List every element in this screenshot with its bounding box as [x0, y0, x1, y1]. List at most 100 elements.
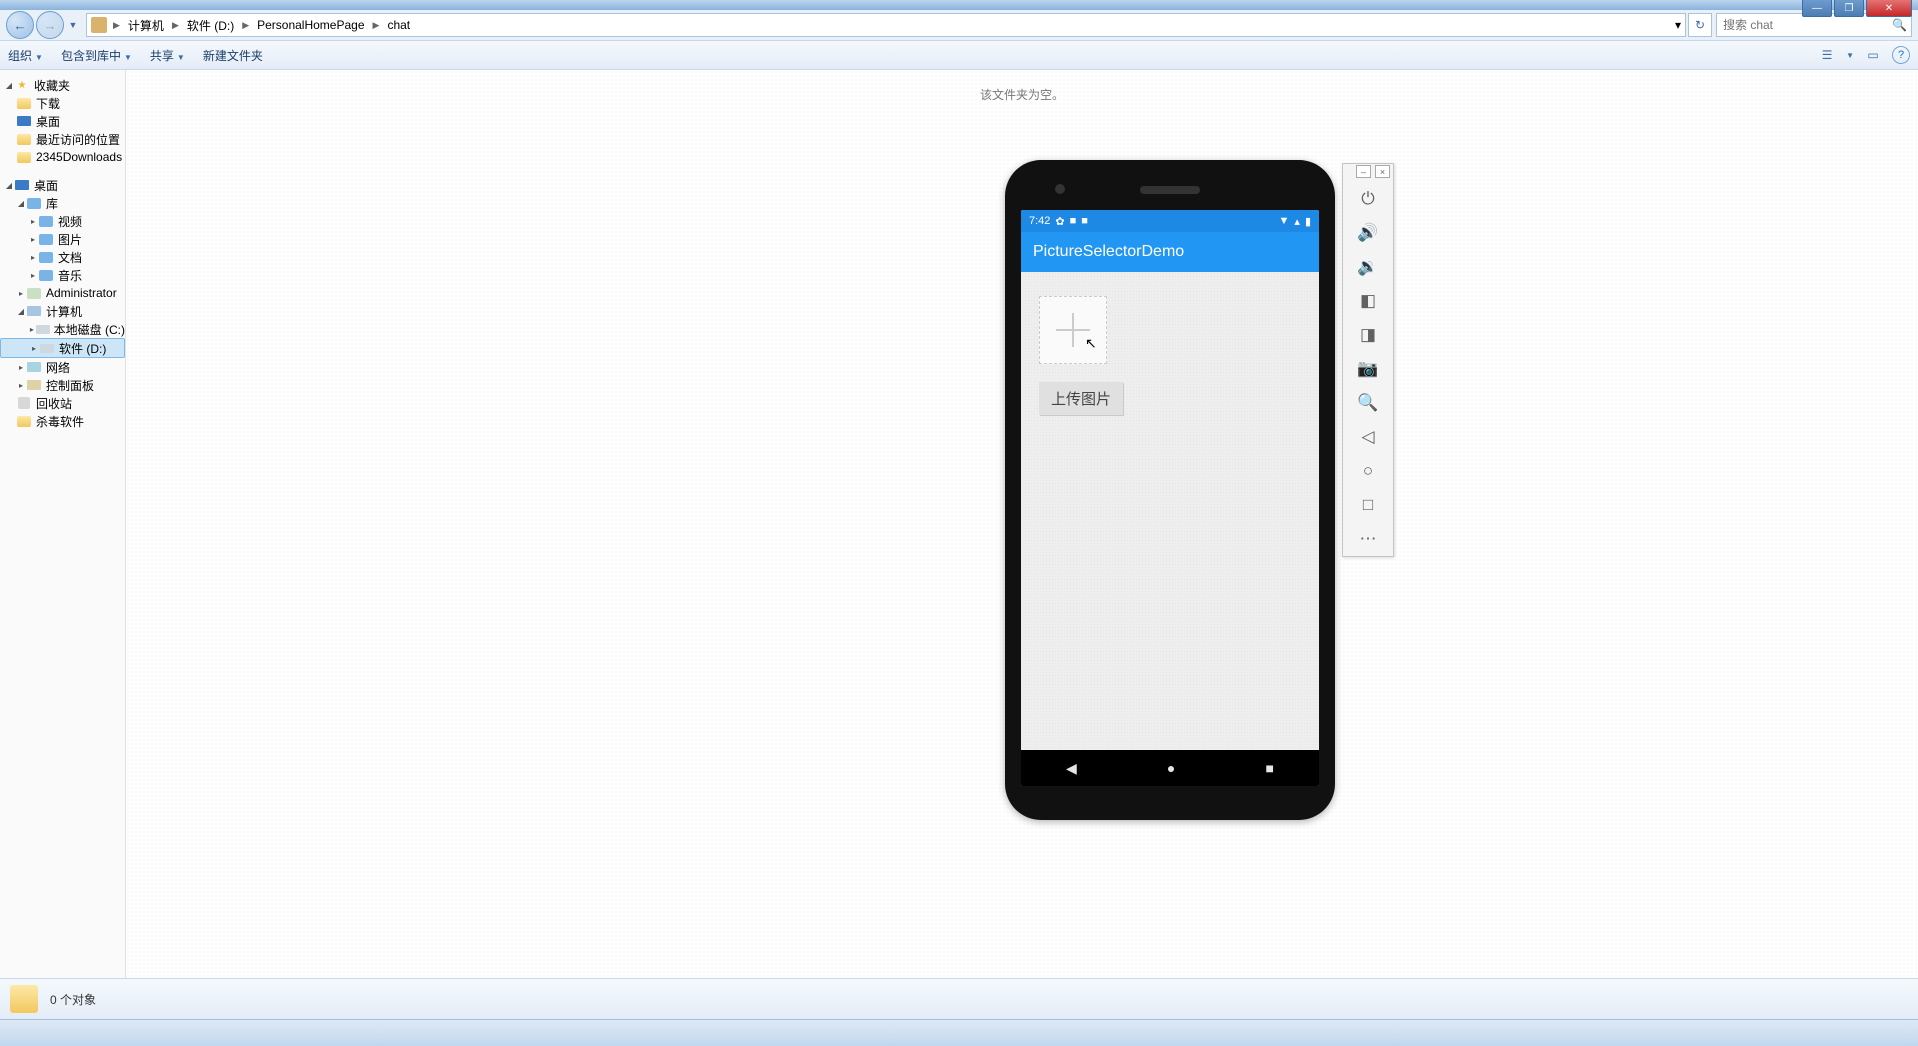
cursor-icon: ↖: [1085, 335, 1097, 352]
tree-item-network[interactable]: ▸网络: [0, 358, 125, 376]
tree-label: 2345Downloads: [36, 150, 122, 164]
signal-icon: ▴: [1294, 215, 1300, 228]
desktop-icon: [17, 116, 31, 126]
tree-item-drive-c[interactable]: ▸本地磁盘 (C:): [0, 320, 125, 338]
add-image-box[interactable]: ↖: [1039, 296, 1107, 364]
chevron-right-icon: ▶: [240, 20, 251, 31]
help-button[interactable]: ?: [1892, 46, 1910, 64]
android-status-bar: 7:42 ✿ ■ ■ ▼ ▴ ▮: [1021, 210, 1319, 232]
library-icon: [27, 198, 41, 209]
nav-history-dropdown[interactable]: ▼: [66, 15, 80, 35]
tree-item-desktop[interactable]: 桌面: [0, 112, 125, 130]
volume-up-icon[interactable]: 🔊: [1343, 216, 1393, 250]
view-mode-button[interactable]: ☰: [1816, 44, 1838, 66]
tree-item-downloads[interactable]: 下载: [0, 94, 125, 112]
windows-taskbar[interactable]: [0, 1019, 1918, 1046]
tree-item-recycle-bin[interactable]: 回收站: [0, 394, 125, 412]
overview-icon[interactable]: □: [1343, 488, 1393, 522]
app-title: PictureSelectorDemo: [1033, 243, 1184, 261]
tree-label: Administrator: [46, 286, 117, 300]
tree-label: 本地磁盘 (C:): [54, 321, 125, 338]
breadcrumb-item[interactable]: 软件 (D:): [181, 14, 240, 36]
android-back-button[interactable]: ◀: [1066, 760, 1077, 777]
home-icon[interactable]: ○: [1343, 454, 1393, 488]
breadcrumb-dropdown[interactable]: ▾: [1675, 18, 1681, 32]
drive-icon: [36, 325, 50, 334]
more-icon[interactable]: ⋯: [1343, 522, 1393, 556]
tree-item-music[interactable]: ▸音乐: [0, 266, 125, 284]
include-in-library-menu[interactable]: 包含到库中▼: [61, 47, 132, 64]
tree-item-computer[interactable]: ◢计算机: [0, 302, 125, 320]
tree-label: 桌面: [36, 113, 60, 130]
power-icon[interactable]: ⏻: [1343, 182, 1393, 216]
network-icon: [27, 362, 41, 372]
emulator-minimize-button[interactable]: –: [1356, 165, 1371, 178]
camera-icon[interactable]: 📷: [1343, 352, 1393, 386]
volume-down-icon[interactable]: 🔉: [1343, 250, 1393, 284]
window-titlebar: — ❐ ✕: [0, 0, 1918, 10]
search-icon: 🔍: [1892, 18, 1907, 32]
tree-favorites[interactable]: ◢★收藏夹: [0, 76, 125, 94]
folder-icon: [91, 17, 107, 33]
tree-item-administrator[interactable]: ▸Administrator: [0, 284, 125, 302]
tree-label: 文档: [58, 249, 82, 266]
nav-back-button[interactable]: ←: [6, 11, 34, 39]
android-emulator-frame: 7:42 ✿ ■ ■ ▼ ▴ ▮ PictureSelectorDemo: [1005, 160, 1335, 820]
tree-label: 下载: [36, 95, 60, 112]
upload-image-button[interactable]: 上传图片: [1039, 382, 1123, 415]
refresh-button[interactable]: ↻: [1688, 13, 1712, 37]
tree-desktop-root[interactable]: ◢桌面: [0, 176, 125, 194]
android-home-button[interactable]: ●: [1167, 760, 1175, 776]
phone-speaker: [1140, 186, 1200, 194]
search-input[interactable]: [1721, 17, 1892, 33]
window-minimize-button[interactable]: —: [1802, 0, 1832, 17]
organize-menu[interactable]: 组织▼: [8, 47, 43, 64]
zoom-icon[interactable]: 🔍: [1343, 386, 1393, 420]
android-time: 7:42: [1029, 215, 1050, 227]
back-icon[interactable]: ◁: [1343, 420, 1393, 454]
tree-item-pictures[interactable]: ▸图片: [0, 230, 125, 248]
breadcrumb-item[interactable]: chat: [381, 14, 416, 36]
android-recent-button[interactable]: ■: [1265, 760, 1273, 776]
wifi-icon: ▼: [1279, 215, 1290, 227]
android-app-body[interactable]: ↖ 上传图片: [1021, 272, 1319, 750]
new-folder-button[interactable]: 新建文件夹: [203, 47, 263, 64]
breadcrumb-item[interactable]: PersonalHomePage: [251, 14, 370, 36]
rotate-right-icon[interactable]: ◨: [1343, 318, 1393, 352]
emulator-close-button[interactable]: ×: [1375, 165, 1390, 178]
desktop-icon: [15, 180, 29, 190]
folder-icon: [17, 152, 31, 163]
gear-icon: ✿: [1055, 215, 1064, 228]
chevron-right-icon: ▶: [170, 20, 181, 31]
recycle-bin-icon: [18, 397, 30, 409]
breadcrumb[interactable]: ▶ 计算机 ▶ 软件 (D:) ▶ PersonalHomePage ▶ cha…: [86, 13, 1686, 37]
preview-pane-button[interactable]: ▭: [1862, 44, 1884, 66]
android-screen[interactable]: 7:42 ✿ ■ ■ ▼ ▴ ▮ PictureSelectorDemo: [1021, 210, 1319, 786]
folder-content-pane[interactable]: 该文件夹为空。 7:42 ✿ ■ ■ ▼ ▴ ▮: [126, 70, 1918, 978]
tree-item-recent[interactable]: 最近访问的位置: [0, 130, 125, 148]
library-icon: [39, 270, 53, 281]
breadcrumb-item[interactable]: 计算机: [122, 14, 170, 36]
tree-item-2345downloads[interactable]: 2345Downloads: [0, 148, 125, 166]
tree-item-libraries[interactable]: ◢库: [0, 194, 125, 212]
window-close-button[interactable]: ✕: [1866, 0, 1912, 17]
tree-label: 音乐: [58, 267, 82, 284]
tree-label: 计算机: [46, 303, 82, 320]
tree-item-control-panel[interactable]: ▸控制面板: [0, 376, 125, 394]
library-icon: [39, 234, 53, 245]
rotate-left-icon[interactable]: ◧: [1343, 284, 1393, 318]
tree-label: 软件 (D:): [59, 340, 106, 357]
tree-item-videos[interactable]: ▸视频: [0, 212, 125, 230]
tree-item-drive-d[interactable]: ▸软件 (D:): [0, 338, 125, 358]
drive-icon: [40, 344, 54, 353]
tree-item-documents[interactable]: ▸文档: [0, 248, 125, 266]
phone-camera: [1055, 184, 1065, 194]
nav-forward-button[interactable]: →: [36, 11, 64, 39]
share-menu[interactable]: 共享▼: [150, 47, 185, 64]
tree-item-antivirus[interactable]: 杀毒软件: [0, 412, 125, 430]
folder-icon: [17, 416, 31, 427]
status-icon: ■: [1081, 215, 1088, 227]
navigation-tree[interactable]: ◢★收藏夹 下载 桌面 最近访问的位置 2345Downloads ◢桌面 ◢库…: [0, 70, 126, 978]
window-maximize-button[interactable]: ❐: [1834, 0, 1864, 17]
library-icon: [39, 216, 53, 227]
